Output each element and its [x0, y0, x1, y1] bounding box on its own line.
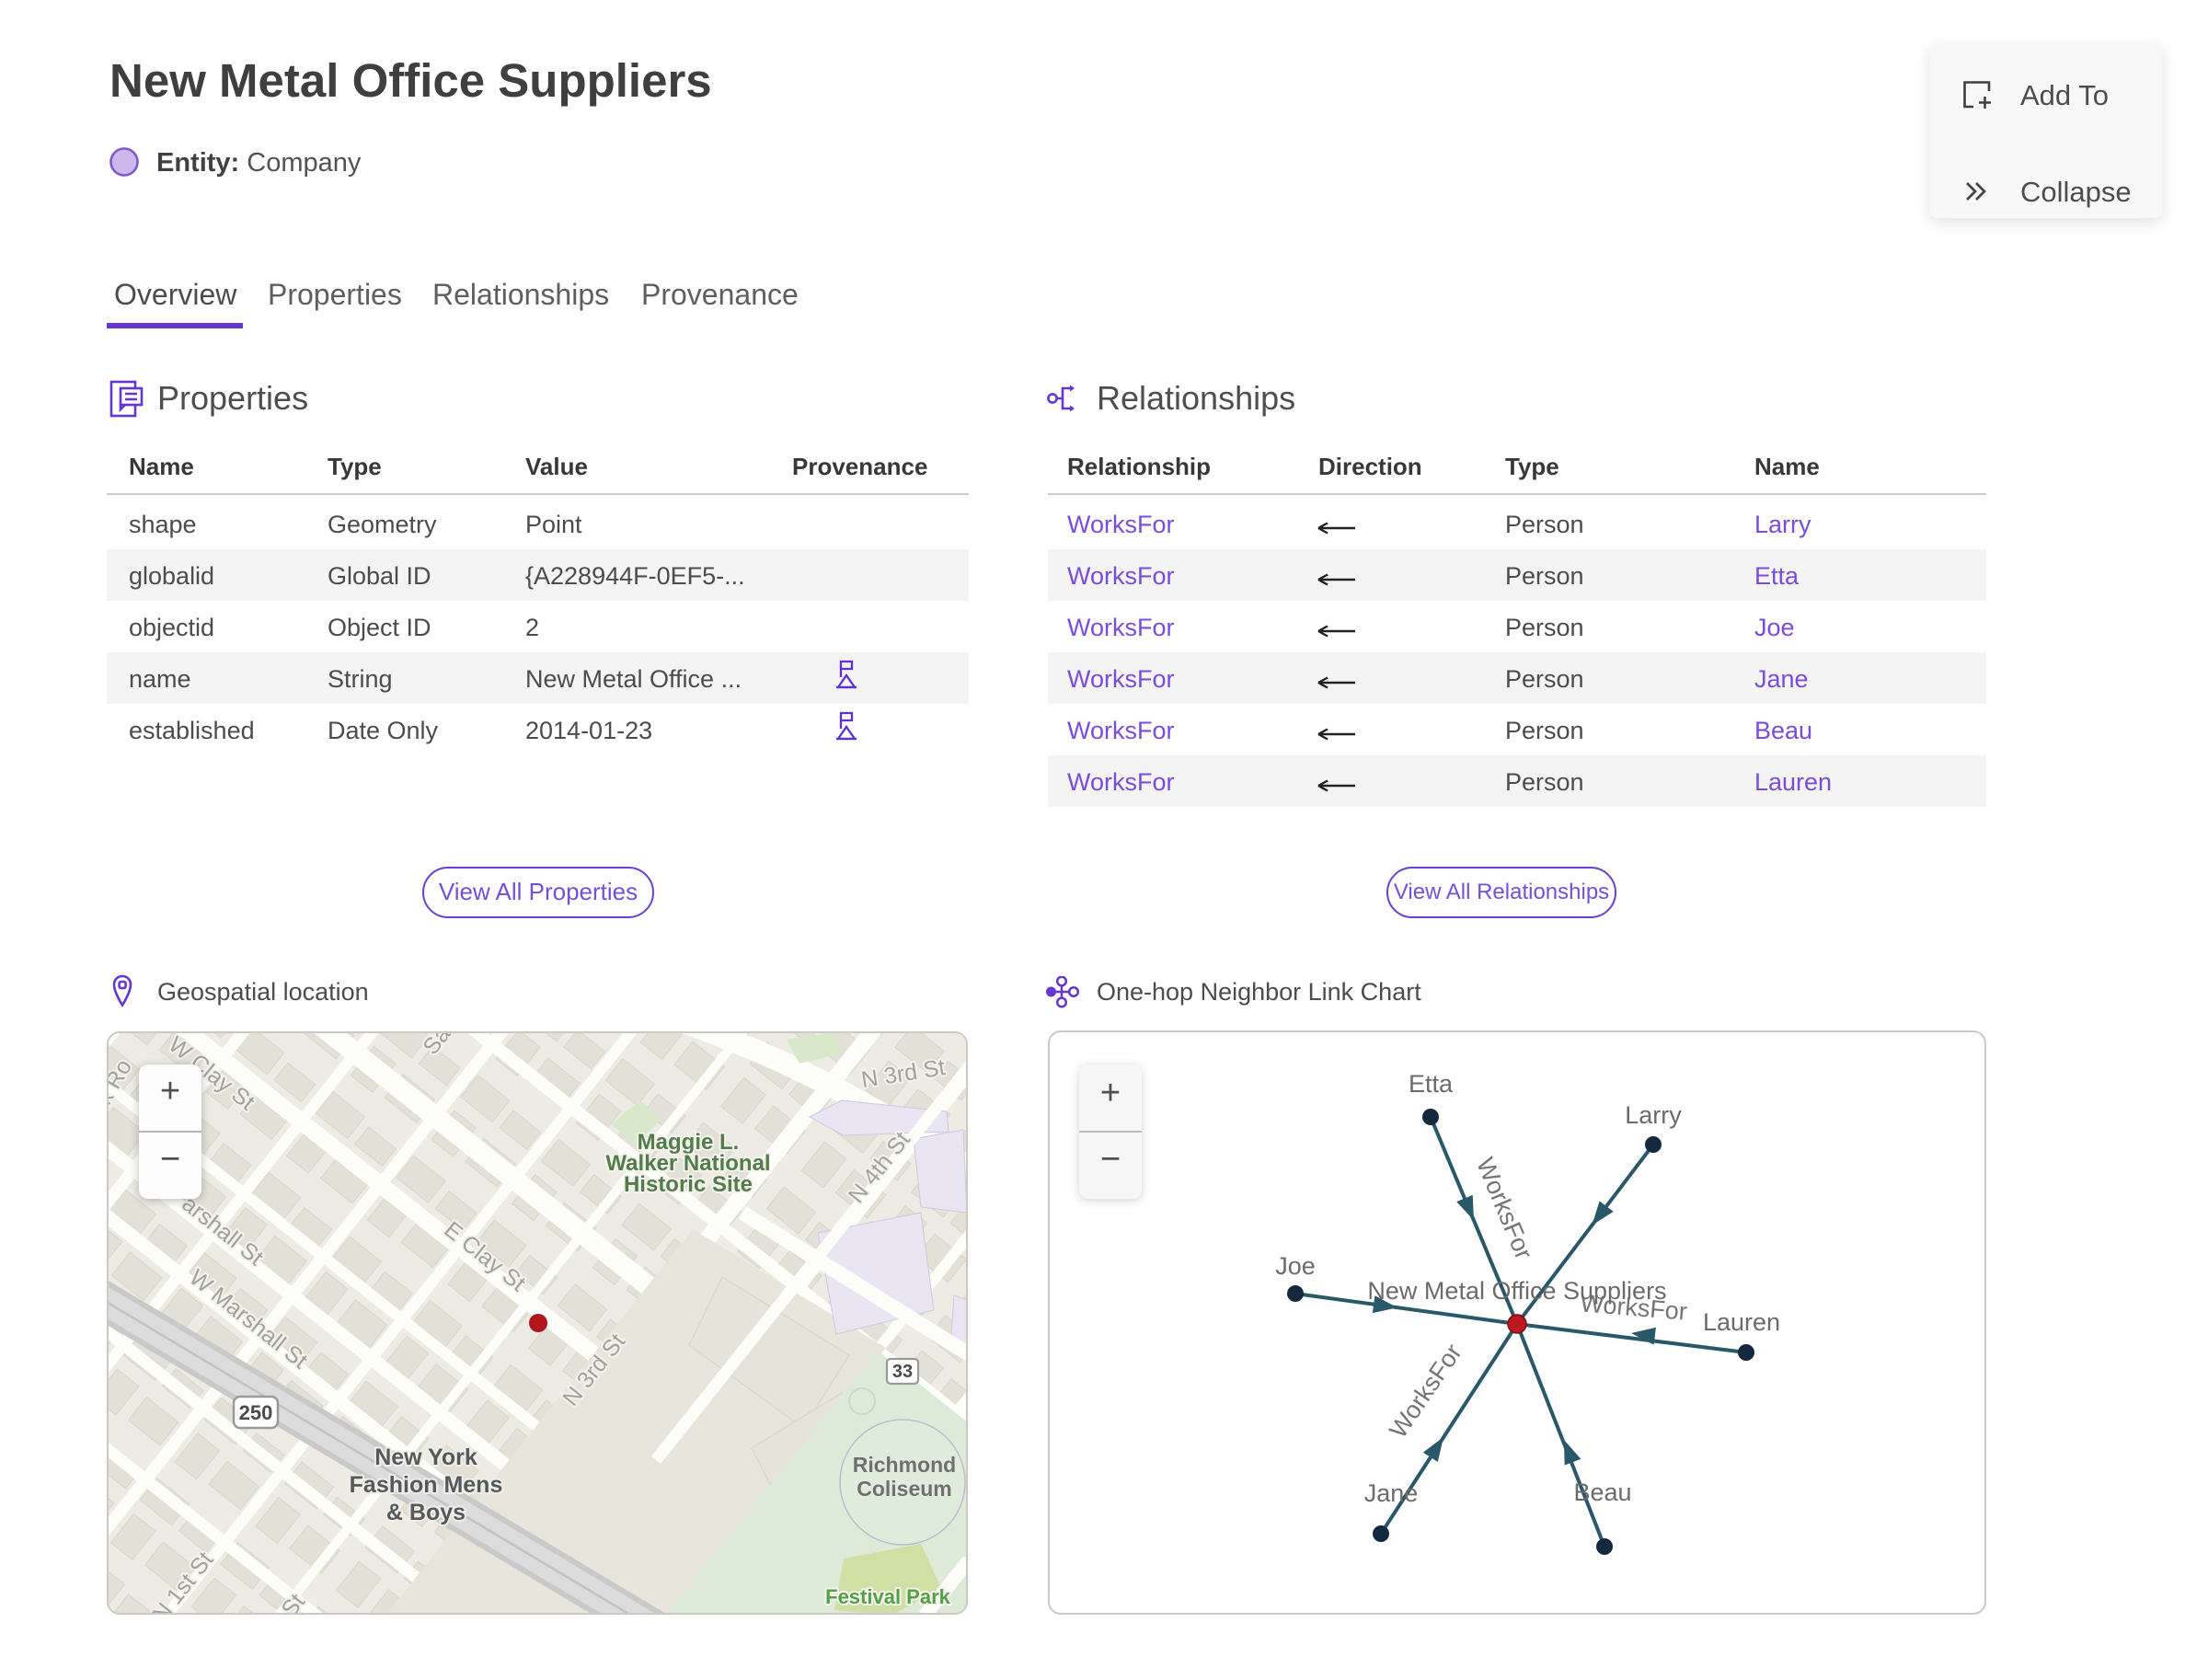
svg-text:Fashion Mens: Fashion Mens — [350, 1472, 503, 1498]
svg-text:Lauren: Lauren — [1703, 1308, 1780, 1336]
svg-text:Coliseum: Coliseum — [857, 1477, 952, 1501]
svg-text:& Boys: & Boys — [386, 1500, 466, 1525]
svg-text:Beau: Beau — [1573, 1479, 1631, 1506]
svg-text:WorksFor: WorksFor — [1384, 1339, 1467, 1443]
svg-text:250: 250 — [239, 1401, 273, 1424]
svg-text:Festival Park: Festival Park — [825, 1585, 951, 1608]
svg-text:33: 33 — [892, 1362, 913, 1382]
svg-text:Joe: Joe — [1275, 1252, 1316, 1280]
svg-text:Jane: Jane — [1364, 1479, 1419, 1507]
svg-text:Historic Site: Historic Site — [624, 1172, 753, 1197]
svg-text:WorksFor: WorksFor — [1471, 1154, 1538, 1263]
svg-text:New York: New York — [374, 1444, 477, 1470]
svg-text:Etta: Etta — [1409, 1070, 1454, 1098]
svg-text:Richmond: Richmond — [853, 1453, 956, 1477]
svg-text:New Metal Office Suppliers: New Metal Office Suppliers — [1367, 1277, 1666, 1305]
svg-text:Larry: Larry — [1625, 1101, 1682, 1129]
